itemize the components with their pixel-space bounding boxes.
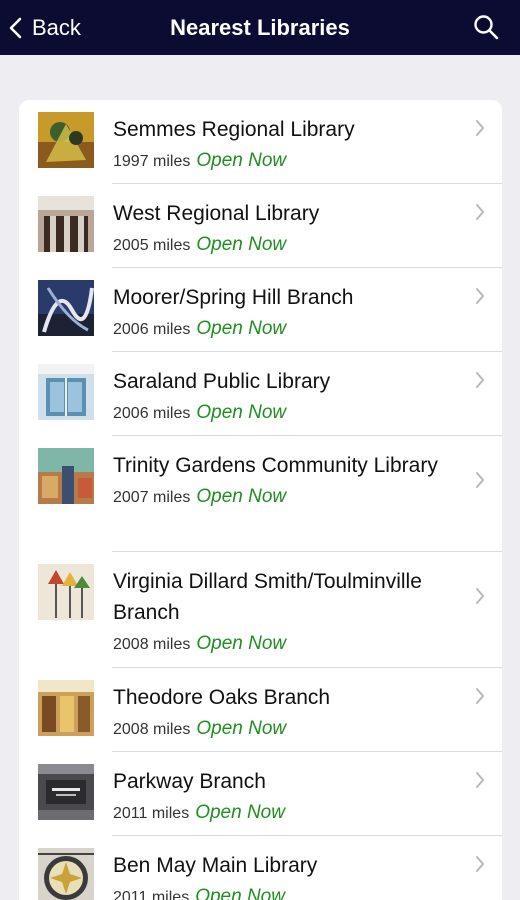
library-thumbnail <box>38 448 94 504</box>
library-row[interactable]: Trinity Gardens Community Library 2007 m… <box>19 436 502 552</box>
library-name: Ben May Main Library <box>113 854 318 877</box>
open-status: Open Now <box>196 318 287 339</box>
open-status: Open Now <box>196 633 287 654</box>
chevron-right-icon <box>476 772 484 788</box>
chevron-right-icon <box>476 288 484 304</box>
open-status: Open Now <box>196 718 287 739</box>
library-distance: 2006 miles <box>113 321 191 338</box>
library-distance: 2007 miles <box>113 489 191 506</box>
library-thumbnail <box>38 196 94 252</box>
open-status: Open Now <box>195 802 285 823</box>
back-button[interactable]: Back <box>8 12 81 44</box>
library-row[interactable]: Ben May Main Library 2011 miles Open Now <box>19 836 502 900</box>
open-status: Open Now <box>196 150 287 171</box>
library-name: Parkway Branch <box>113 770 266 793</box>
library-distance: 2008 miles <box>113 721 191 738</box>
library-distance: 2011 miles <box>113 889 190 900</box>
open-status: Open Now <box>196 486 287 507</box>
library-thumbnail <box>38 680 94 736</box>
library-row[interactable]: Parkway Branch 2011 miles Open Now <box>19 752 502 836</box>
chevron-right-icon <box>476 372 484 388</box>
open-status: Open Now <box>195 886 285 900</box>
library-thumbnail <box>38 764 94 820</box>
library-name: Virginia Dillard Smith/Toulminville Bran… <box>113 570 422 624</box>
library-distance: 2011 miles <box>113 805 190 822</box>
open-status: Open Now <box>196 402 287 423</box>
library-name: Saraland Public Library <box>113 370 331 393</box>
chevron-right-icon <box>476 588 484 604</box>
library-row[interactable]: Theodore Oaks Branch 2008 miles Open Now <box>19 668 502 752</box>
chevron-right-icon <box>476 688 484 704</box>
library-thumbnail <box>38 564 94 620</box>
library-distance: 2008 miles <box>113 636 191 653</box>
library-name: West Regional Library <box>113 202 320 225</box>
chevron-right-icon <box>476 204 484 220</box>
library-thumbnail <box>38 848 94 900</box>
library-name: Semmes Regional Library <box>113 118 355 141</box>
library-thumbnail <box>38 280 94 336</box>
library-row[interactable]: West Regional Library 2005 miles Open Now <box>19 184 502 268</box>
search-icon[interactable] <box>472 13 500 41</box>
library-name: Trinity Gardens Community Library <box>113 454 438 477</box>
library-distance: 1997 miles <box>113 153 191 170</box>
library-row[interactable]: Virginia Dillard Smith/Toulminville Bran… <box>19 552 502 668</box>
chevron-right-icon <box>476 472 484 488</box>
open-status: Open Now <box>196 234 287 255</box>
library-row[interactable]: Saraland Public Library 2006 miles Open N… <box>19 352 502 436</box>
library-thumbnail <box>38 112 94 168</box>
library-distance: 2005 miles <box>113 237 191 254</box>
library-name: Theodore Oaks Branch <box>113 686 331 709</box>
library-list: Semmes Regional Library 1997 miles Open N… <box>19 100 502 900</box>
library-thumbnail <box>38 364 94 420</box>
chevron-left-icon <box>9 17 22 39</box>
navigation-bar: Back Nearest Libraries <box>0 0 520 55</box>
library-row[interactable]: Moorer/Spring Hill Branch 2006 miles Open… <box>19 268 502 352</box>
back-label: Back <box>32 15 81 40</box>
chevron-right-icon <box>476 120 484 136</box>
library-row[interactable]: Semmes Regional Library 1997 miles Open N… <box>19 100 502 184</box>
library-name: Moorer/Spring Hill Branch <box>113 286 354 309</box>
library-distance: 2006 miles <box>113 405 191 422</box>
chevron-right-icon <box>476 856 484 872</box>
